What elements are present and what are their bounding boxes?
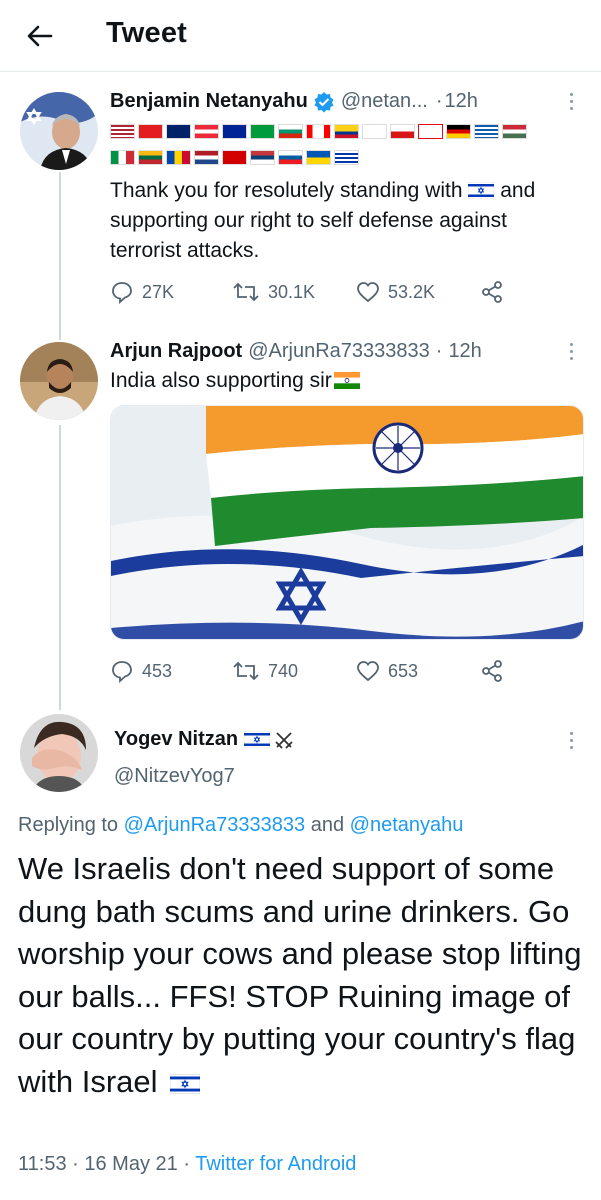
tweet-image[interactable] (110, 405, 584, 640)
handle[interactable]: @netan... (341, 90, 428, 113)
like-count: 653 (388, 660, 419, 681)
flag-australia-icon (166, 124, 191, 139)
flag-emoji-row (110, 124, 527, 139)
like-button[interactable]: 53.2K (356, 280, 435, 304)
retweet-icon (233, 282, 259, 302)
flag-ukraine-icon (306, 150, 331, 165)
flag-colombia-icon (334, 124, 359, 139)
like-count: 53.2K (388, 281, 436, 302)
flag-israel-icon (169, 1073, 201, 1094)
flag-slovenia-icon (278, 150, 303, 165)
avatar[interactable] (20, 92, 98, 170)
share-button[interactable] (480, 659, 504, 683)
flag-north-macedonia-icon (222, 150, 247, 165)
verified-badge-icon (314, 91, 334, 112)
tweet-actions: 27K 30.1K 53.2K (110, 280, 590, 310)
tweet-meta: Yogev Nitzan (114, 728, 294, 751)
like-button[interactable]: 653 (356, 659, 418, 683)
reply-button[interactable]: 453 (110, 659, 172, 683)
flag-georgia-icon (418, 124, 443, 139)
retweet-count: 30.1K (268, 281, 316, 302)
flag-lithuania-icon (138, 150, 163, 165)
display-name[interactable]: Benjamin Netanyahu (110, 90, 308, 113)
heart-icon (357, 282, 379, 303)
handle[interactable]: @ArjunRa73333833 (248, 340, 430, 363)
tweet-meta: Arjun Rajpoot @ArjunRa73333833 · 12h (110, 340, 482, 363)
flag-bosnia-icon (222, 124, 247, 139)
more-options-icon[interactable] (566, 343, 576, 360)
tweet-handle-row: @NitzevYog7 (114, 765, 235, 788)
flag-bulgaria-icon (278, 124, 303, 139)
flag-brazil-icon (250, 124, 275, 139)
flag-netherlands-icon (194, 150, 219, 165)
more-options-icon[interactable] (566, 93, 576, 110)
flag-germany-icon (446, 124, 471, 139)
crossed-swords-icon (275, 731, 293, 749)
reply-icon (112, 661, 132, 683)
flag-albania-icon (138, 124, 163, 139)
more-options-icon[interactable] (566, 732, 576, 749)
flag-canada-icon (306, 124, 331, 139)
flags-photo-icon (111, 406, 583, 639)
flag-moldova-icon (166, 150, 191, 165)
mention-link[interactable]: @ArjunRa73333833 (124, 814, 306, 836)
avatar[interactable] (20, 714, 98, 792)
flag-italy-icon (110, 150, 135, 165)
thread-connector (59, 172, 61, 340)
reply-count: 453 (142, 660, 173, 681)
timestamp[interactable]: 12h (445, 90, 478, 113)
display-name[interactable]: Arjun Rajpoot (110, 340, 242, 363)
reply-button[interactable]: 27K (110, 280, 174, 304)
share-button[interactable] (480, 280, 504, 304)
separator-dot: · (435, 90, 443, 112)
reply-icon (112, 282, 132, 304)
avatar[interactable] (20, 342, 98, 420)
separator-dot: · (435, 340, 443, 362)
share-icon (482, 281, 502, 303)
replying-to-line: Replying to @ArjunRa73333833 and @netany… (18, 814, 464, 836)
tweet-body: Thank you for resolutely standing with a… (110, 179, 536, 262)
flag-cyprus-icon (362, 124, 387, 139)
tweet-date: 16 May 21 (84, 1153, 178, 1175)
retweet-icon (233, 661, 259, 681)
timestamp[interactable]: 12h (448, 340, 481, 363)
reply-count: 27K (142, 281, 175, 302)
retweet-button[interactable]: 30.1K (232, 280, 315, 304)
source-link[interactable]: Twitter for Android (195, 1153, 356, 1175)
header: Tweet (0, 0, 601, 72)
page-title: Tweet (106, 17, 188, 49)
thread-connector (59, 425, 61, 710)
tweet-actions: 453 740 653 (110, 659, 590, 689)
flag-uruguay-icon (334, 150, 359, 165)
heart-icon (357, 661, 379, 682)
flag-serbia-icon (250, 150, 275, 165)
retweet-count: 740 (268, 660, 299, 681)
mention-link[interactable]: @netanyahu (350, 814, 464, 836)
retweet-button[interactable]: 740 (232, 659, 298, 683)
arrow-left-icon (27, 25, 53, 47)
tweet-meta: Benjamin Netanyahu @netan... · 12h (110, 90, 478, 113)
flag-emoji-row (110, 150, 359, 165)
handle[interactable]: @NitzevYog7 (114, 765, 235, 788)
flag-austria-icon (194, 124, 219, 139)
flag-israel-icon (244, 731, 271, 748)
tweet-time: 11:53 (18, 1153, 67, 1175)
tweet-body: India also supporting sir (110, 366, 570, 396)
flag-us-icon (110, 124, 135, 139)
flag-israel-icon (468, 182, 495, 199)
flag-czech-icon (390, 124, 415, 139)
display-name[interactable]: Yogev Nitzan (114, 728, 238, 751)
tweet-body: We Israelis don't need support of some d… (18, 851, 582, 1099)
share-icon (482, 660, 502, 682)
flag-greece-icon (474, 124, 499, 139)
back-button[interactable] (22, 18, 58, 54)
flag-india-icon (333, 372, 360, 389)
tweet-footer: 11:53 · 16 May 21 · Twitter for Android (18, 1153, 357, 1175)
flag-hungary-icon (502, 124, 527, 139)
